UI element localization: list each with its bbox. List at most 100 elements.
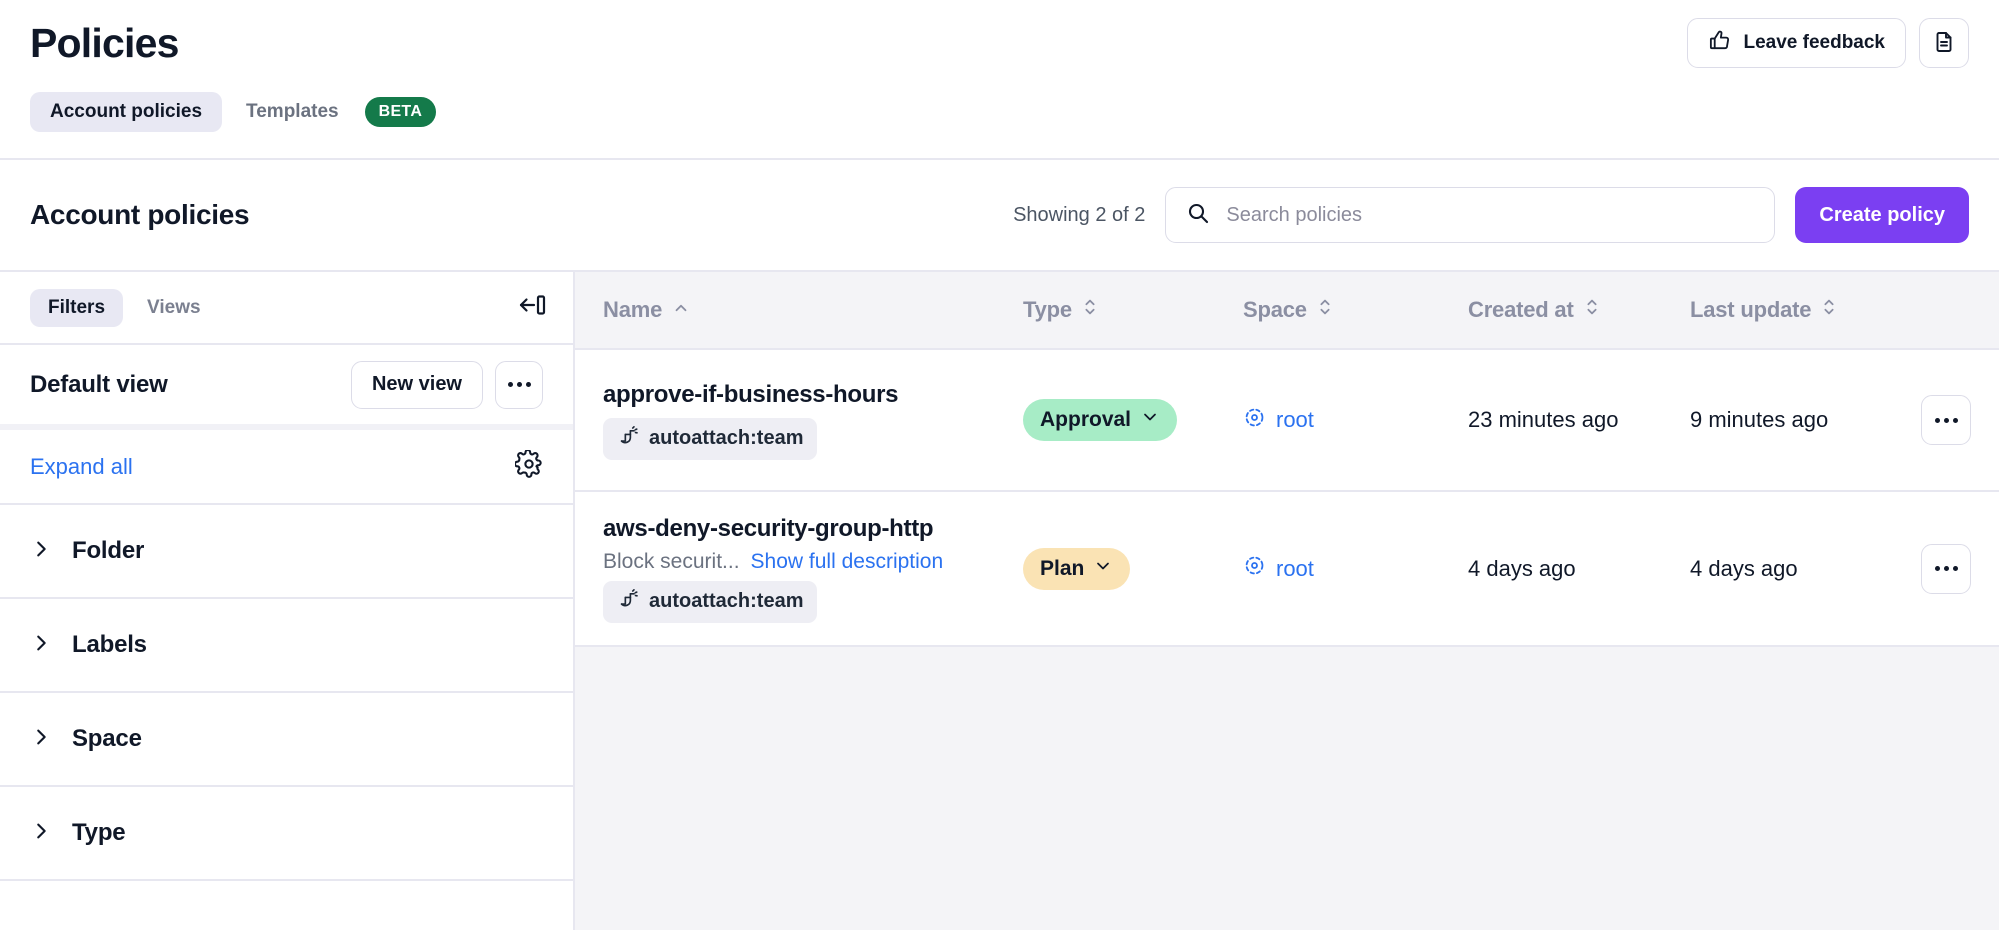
- cell-type: Plan: [1023, 548, 1243, 590]
- column-label: Created at: [1468, 297, 1574, 323]
- chevron-right-icon: [30, 820, 52, 847]
- policy-name[interactable]: approve-if-business-hours: [603, 381, 898, 409]
- column-label: Space: [1243, 297, 1307, 323]
- cell-last-update: 9 minutes ago: [1690, 407, 1895, 433]
- policy-name[interactable]: aws-deny-security-group-http: [603, 515, 933, 543]
- column-header-name[interactable]: Name: [603, 297, 1023, 323]
- filter-settings-button[interactable]: [515, 450, 543, 483]
- column-header-type[interactable]: Type: [1023, 297, 1243, 323]
- space-link[interactable]: root: [1243, 554, 1314, 583]
- tab-templates[interactable]: Templates: [226, 92, 359, 132]
- leave-feedback-button[interactable]: Leave feedback: [1687, 18, 1906, 68]
- policy-description-text: Block securit...: [603, 550, 740, 574]
- sidebar-tab-filters[interactable]: Filters: [30, 289, 123, 327]
- column-label: Type: [1023, 297, 1072, 323]
- thumbs-up-icon: [1708, 29, 1731, 58]
- policy-tag[interactable]: autoattach:team: [603, 581, 817, 623]
- filters-sidebar: Filters Views Default view New view: [0, 272, 575, 930]
- sidebar-tabs: Filters Views: [0, 272, 573, 345]
- table-header-row: Name Type Space: [575, 272, 1999, 350]
- filter-group-label: Space: [72, 725, 142, 753]
- create-policy-button[interactable]: Create policy: [1795, 187, 1969, 243]
- policy-type-pill[interactable]: Plan: [1023, 548, 1130, 590]
- sidebar-tab-views[interactable]: Views: [129, 289, 219, 327]
- filter-group-label: Type: [72, 819, 125, 847]
- table-row[interactable]: aws-deny-security-group-http Block secur…: [575, 492, 1999, 647]
- view-more-button[interactable]: [495, 361, 543, 409]
- table-empty-space: [575, 647, 1999, 930]
- expand-all-row: Expand all: [0, 430, 573, 505]
- cell-actions: [1895, 395, 1971, 445]
- chevron-right-icon: [30, 632, 52, 659]
- space-link[interactable]: root: [1243, 406, 1314, 435]
- space-label: root: [1276, 556, 1314, 582]
- collapse-sidebar-button[interactable]: [517, 292, 547, 323]
- sort-none-icon: [1584, 297, 1600, 323]
- gear-icon: [515, 450, 543, 483]
- cell-name: approve-if-business-hours autoattach: [603, 381, 1023, 460]
- policies-table: Name Type Space: [575, 272, 1999, 930]
- space-icon: [1243, 554, 1266, 583]
- view-actions: New view: [351, 361, 543, 409]
- column-header-space[interactable]: Space: [1243, 297, 1468, 323]
- column-label: Name: [603, 297, 662, 323]
- search-box[interactable]: [1165, 187, 1775, 243]
- toolbar-right: Showing 2 of 2 Create policy: [1013, 187, 1969, 243]
- sort-none-icon: [1821, 297, 1837, 323]
- cell-created-at: 4 days ago: [1468, 556, 1690, 582]
- policy-type-label: Plan: [1040, 557, 1084, 581]
- content-area: Filters Views Default view New view: [0, 272, 1999, 930]
- last-update-value: 4 days ago: [1690, 556, 1798, 582]
- filter-group-labels[interactable]: Labels: [0, 599, 573, 693]
- table-row[interactable]: approve-if-business-hours autoattach: [575, 350, 1999, 492]
- policy-tag[interactable]: autoattach:team: [603, 418, 817, 460]
- cell-type: Approval: [1023, 399, 1243, 441]
- column-header-last-update[interactable]: Last update: [1690, 297, 1895, 323]
- last-update-value: 9 minutes ago: [1690, 407, 1828, 433]
- filter-group-label: Folder: [72, 537, 144, 565]
- cell-last-update: 4 days ago: [1690, 556, 1895, 582]
- show-full-description-link[interactable]: Show full description: [751, 550, 944, 574]
- policy-tag-label: autoattach:team: [649, 427, 803, 450]
- space-label: root: [1276, 407, 1314, 433]
- collapse-sidebar-icon: [517, 292, 547, 323]
- chevron-right-icon: [30, 726, 52, 753]
- policy-type-pill[interactable]: Approval: [1023, 399, 1177, 441]
- policy-description: Block securit... Show full description: [603, 550, 943, 574]
- page-header: Policies Account policies Templates BETA…: [0, 0, 1999, 160]
- filter-group-type[interactable]: Type: [0, 787, 573, 881]
- row-actions-button[interactable]: [1921, 395, 1971, 445]
- cell-actions: [1895, 544, 1971, 594]
- ellipsis-icon: [508, 382, 531, 387]
- filter-group-label: Labels: [72, 631, 147, 659]
- toolbar: Account policies Showing 2 of 2 Create p…: [0, 160, 1999, 272]
- created-at-value: 4 days ago: [1468, 556, 1576, 582]
- cell-space: root: [1243, 406, 1468, 435]
- filter-group-space[interactable]: Space: [0, 693, 573, 787]
- new-view-button[interactable]: New view: [351, 361, 483, 409]
- ellipsis-icon: [1935, 566, 1958, 571]
- documentation-button[interactable]: [1919, 18, 1969, 68]
- primary-tabs: Account policies Templates BETA: [30, 92, 436, 132]
- tab-account-policies[interactable]: Account policies: [30, 92, 222, 132]
- expand-all-link[interactable]: Expand all: [30, 454, 133, 480]
- results-count: Showing 2 of 2: [1013, 204, 1145, 227]
- column-label: Last update: [1690, 297, 1811, 323]
- document-icon: [1932, 30, 1956, 57]
- sort-none-icon: [1317, 297, 1333, 323]
- cell-space: root: [1243, 554, 1468, 583]
- filter-group-folder[interactable]: Folder: [0, 505, 573, 599]
- chevron-right-icon: [30, 538, 52, 565]
- policy-tag-label: autoattach:team: [649, 590, 803, 613]
- magnet-icon: [617, 425, 639, 453]
- sort-none-icon: [1082, 297, 1098, 323]
- row-actions-button[interactable]: [1921, 544, 1971, 594]
- ellipsis-icon: [1935, 418, 1958, 423]
- chevron-down-icon: [1093, 556, 1113, 582]
- page-title: Policies: [30, 20, 179, 67]
- sort-asc-icon: [672, 297, 690, 323]
- column-header-created-at[interactable]: Created at: [1468, 297, 1690, 323]
- view-name-label: Default view: [30, 371, 168, 399]
- search-input[interactable]: [1224, 203, 1754, 228]
- leave-feedback-label: Leave feedback: [1743, 32, 1885, 54]
